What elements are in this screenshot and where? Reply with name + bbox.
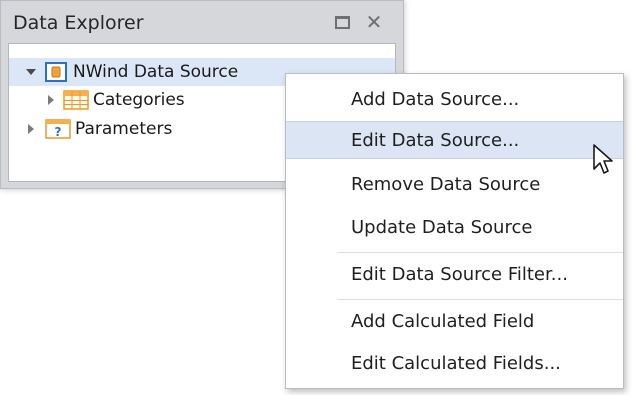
- menu-item-remove-data-source[interactable]: Remove Data Source: [286, 165, 623, 203]
- menu-item-label: Add Data Source...: [351, 88, 520, 110]
- svg-text:?: ?: [55, 125, 62, 139]
- data-source-icon: [45, 62, 67, 82]
- expand-toggle[interactable]: [43, 92, 59, 108]
- menu-item-update-data-source[interactable]: Update Data Source: [286, 208, 623, 246]
- panel-title: Data Explorer: [13, 12, 144, 34]
- table-icon: [63, 90, 89, 110]
- menu-item-add-calculated-field[interactable]: Add Calculated Field: [286, 302, 623, 340]
- parameters-icon: ?: [45, 119, 71, 139]
- maximize-icon: [334, 15, 350, 29]
- tree-node-label: Parameters: [75, 119, 173, 139]
- menu-item-add-data-source[interactable]: Add Data Source...: [286, 80, 623, 118]
- menu-item-label: Remove Data Source: [351, 173, 541, 195]
- tree-node-label: Categories: [93, 90, 185, 110]
- menu-separator: [338, 299, 623, 300]
- menu-item-label: Edit Data Source...: [351, 129, 520, 151]
- menu-separator: [338, 252, 623, 253]
- expand-toggle[interactable]: [23, 121, 39, 137]
- tree-node-parameters[interactable]: ? Parameters: [9, 115, 172, 143]
- close-icon: ✕: [365, 10, 383, 34]
- tree-node-categories[interactable]: Categories: [9, 86, 185, 114]
- menu-item-label: Add Calculated Field: [351, 310, 535, 332]
- chevron-right-icon: [48, 95, 54, 105]
- menu-item-edit-calculated-fields[interactable]: Edit Calculated Fields...: [286, 344, 623, 382]
- panel-header: Data Explorer ✕: [1, 1, 403, 43]
- menu-item-edit-data-source[interactable]: Edit Data Source...: [286, 121, 623, 159]
- close-button[interactable]: ✕: [362, 10, 386, 34]
- menu-item-label: Edit Data Source Filter...: [351, 263, 568, 285]
- menu-item-label: Update Data Source: [351, 216, 533, 238]
- tree-node-label: NWind Data Source: [73, 62, 239, 82]
- maximize-button[interactable]: [330, 10, 354, 34]
- expand-toggle[interactable]: [23, 64, 39, 80]
- chevron-down-icon: [26, 69, 36, 75]
- menu-item-edit-data-source-filter[interactable]: Edit Data Source Filter...: [286, 255, 623, 293]
- chevron-right-icon: [28, 124, 34, 134]
- mouse-pointer-icon: [592, 143, 616, 181]
- menu-item-label: Edit Calculated Fields...: [351, 352, 561, 374]
- context-menu: Add Data Source... Edit Data Source... R…: [285, 73, 624, 389]
